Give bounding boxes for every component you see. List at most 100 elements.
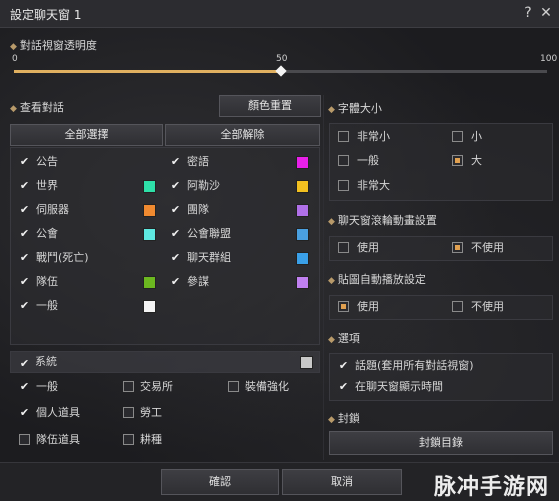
checkbox-row[interactable]: ✔ 個人道具: [19, 403, 80, 423]
deselect-all-button[interactable]: 全部解除: [165, 124, 320, 146]
checkbox-icon[interactable]: [19, 433, 30, 445]
diamond-icon: ◆: [328, 105, 335, 115]
check-icon[interactable]: ✔: [338, 360, 349, 371]
color-swatch[interactable]: [296, 156, 309, 169]
checkbox-row[interactable]: ✔ 團隊: [170, 200, 209, 220]
checkbox-row[interactable]: ✔ 伺服器: [19, 200, 69, 220]
check-icon[interactable]: ✔: [19, 252, 30, 263]
close-icon[interactable]: ✕: [537, 4, 555, 22]
checkbox-icon[interactable]: [228, 380, 239, 392]
check-icon[interactable]: ✔: [19, 300, 30, 311]
radio-option[interactable]: 不使用: [452, 238, 504, 258]
checkbox-row[interactable]: ✔ 公告: [19, 152, 58, 172]
color-swatch[interactable]: [296, 204, 309, 217]
reset-color-button[interactable]: 顏色重置: [219, 95, 321, 117]
checkbox-row[interactable]: ✔ 公會聯盟: [170, 224, 231, 244]
color-swatch[interactable]: [143, 204, 156, 217]
checkbox-icon[interactable]: [123, 380, 134, 392]
check-icon[interactable]: ✔: [170, 180, 181, 191]
check-icon[interactable]: ✔: [170, 228, 181, 239]
radio-icon[interactable]: [338, 179, 349, 191]
check-icon[interactable]: ✔: [170, 252, 181, 263]
radio-option[interactable]: 不使用: [452, 297, 504, 317]
check-icon[interactable]: ✔: [19, 228, 30, 239]
radio-icon[interactable]: [338, 154, 349, 166]
check-icon[interactable]: ✔: [338, 381, 349, 392]
check-icon[interactable]: ✔: [170, 156, 181, 167]
cancel-button[interactable]: 取消: [282, 469, 402, 495]
checkbox-row[interactable]: 交易所: [123, 377, 173, 397]
opacity-slider[interactable]: [14, 65, 547, 77]
footer-bar: 確認 取消 脉冲手游网: [0, 462, 559, 501]
view-heading: ◆ 查看對話: [10, 101, 64, 114]
checkbox-row[interactable]: ✔ 阿勒沙: [170, 176, 220, 196]
checkbox-row[interactable]: ✔ 話題(套用所有對話視窗): [338, 356, 474, 376]
radio-icon[interactable]: [452, 130, 463, 142]
checkbox-row[interactable]: ✔ 隊伍: [19, 272, 58, 292]
radio-label: 非常大: [357, 179, 390, 192]
checkbox-row[interactable]: ✔ 在聊天窗顯示時間: [338, 377, 443, 397]
radio-icon[interactable]: [452, 241, 463, 253]
check-icon[interactable]: ✔: [19, 358, 30, 369]
help-icon[interactable]: ?: [519, 4, 537, 22]
check-icon[interactable]: ✔: [19, 381, 30, 392]
checkbox-row[interactable]: ✔ 聊天群組: [170, 248, 231, 268]
checkbox-label: 戰鬥(死亡): [36, 251, 89, 264]
radio-option[interactable]: 非常大: [338, 176, 390, 196]
system-label: 系統: [35, 355, 57, 368]
checkbox-row[interactable]: 耕種: [123, 430, 162, 450]
checkbox-label: 一般: [36, 380, 58, 393]
checkbox-row[interactable]: ✔ 公會: [19, 224, 58, 244]
color-swatch[interactable]: [143, 228, 156, 241]
radio-option[interactable]: 非常小: [338, 127, 390, 147]
check-icon[interactable]: ✔: [170, 276, 181, 287]
color-swatch[interactable]: [296, 276, 309, 289]
check-icon[interactable]: ✔: [19, 180, 30, 191]
checkbox-row[interactable]: ✔ 一般: [19, 296, 58, 316]
radio-icon[interactable]: [338, 130, 349, 142]
check-icon[interactable]: ✔: [170, 204, 181, 215]
radio-icon[interactable]: [338, 300, 349, 312]
radio-option[interactable]: 一般: [338, 151, 379, 171]
confirm-button[interactable]: 確認: [161, 469, 279, 495]
check-icon[interactable]: ✔: [19, 204, 30, 215]
color-swatch[interactable]: [296, 252, 309, 265]
checkbox-label: 公會: [36, 227, 58, 240]
radio-option[interactable]: 使用: [338, 297, 379, 317]
checkbox-icon[interactable]: [123, 433, 134, 445]
checkbox-row[interactable]: 裝備強化: [228, 377, 289, 397]
color-swatch[interactable]: [296, 228, 309, 241]
select-all-button[interactable]: 全部選擇: [10, 124, 163, 146]
diamond-icon: ◆: [328, 276, 335, 286]
diamond-icon: ◆: [10, 104, 17, 114]
slider-tick-max: 100: [540, 54, 558, 64]
radio-icon[interactable]: [452, 154, 463, 166]
radio-option[interactable]: 大: [452, 151, 482, 171]
system-color-swatch[interactable]: [300, 356, 313, 369]
radio-icon[interactable]: [452, 300, 463, 312]
color-swatch[interactable]: [143, 180, 156, 193]
block-heading: ◆ 封鎖: [328, 412, 360, 425]
checkbox-label: 話題(套用所有對話視窗): [355, 359, 474, 372]
radio-label: 不使用: [471, 300, 504, 313]
radio-option[interactable]: 使用: [338, 238, 379, 258]
radio-icon[interactable]: [338, 241, 349, 253]
color-swatch[interactable]: [143, 300, 156, 313]
checkbox-row[interactable]: ✔ 參謀: [170, 272, 209, 292]
system-row[interactable]: ✔ 系統: [10, 351, 320, 373]
check-icon[interactable]: ✔: [19, 156, 30, 167]
color-swatch[interactable]: [296, 180, 309, 193]
check-icon[interactable]: ✔: [19, 276, 30, 287]
check-icon[interactable]: ✔: [19, 407, 30, 418]
block-list-button[interactable]: 封鎖目錄: [329, 431, 553, 455]
checkbox-row[interactable]: ✔ 密語: [170, 152, 209, 172]
checkbox-row[interactable]: ✔ 世界: [19, 176, 58, 196]
checkbox-row[interactable]: 勞工: [123, 403, 162, 423]
radio-option[interactable]: 小: [452, 127, 482, 147]
checkbox-row[interactable]: 隊伍道具: [19, 430, 80, 450]
color-swatch[interactable]: [143, 276, 156, 289]
checkbox-row[interactable]: ✔ 戰鬥(死亡): [19, 248, 89, 268]
checkbox-row[interactable]: ✔ 一般: [19, 377, 58, 397]
radio-label: 一般: [357, 154, 379, 167]
checkbox-icon[interactable]: [123, 406, 134, 418]
